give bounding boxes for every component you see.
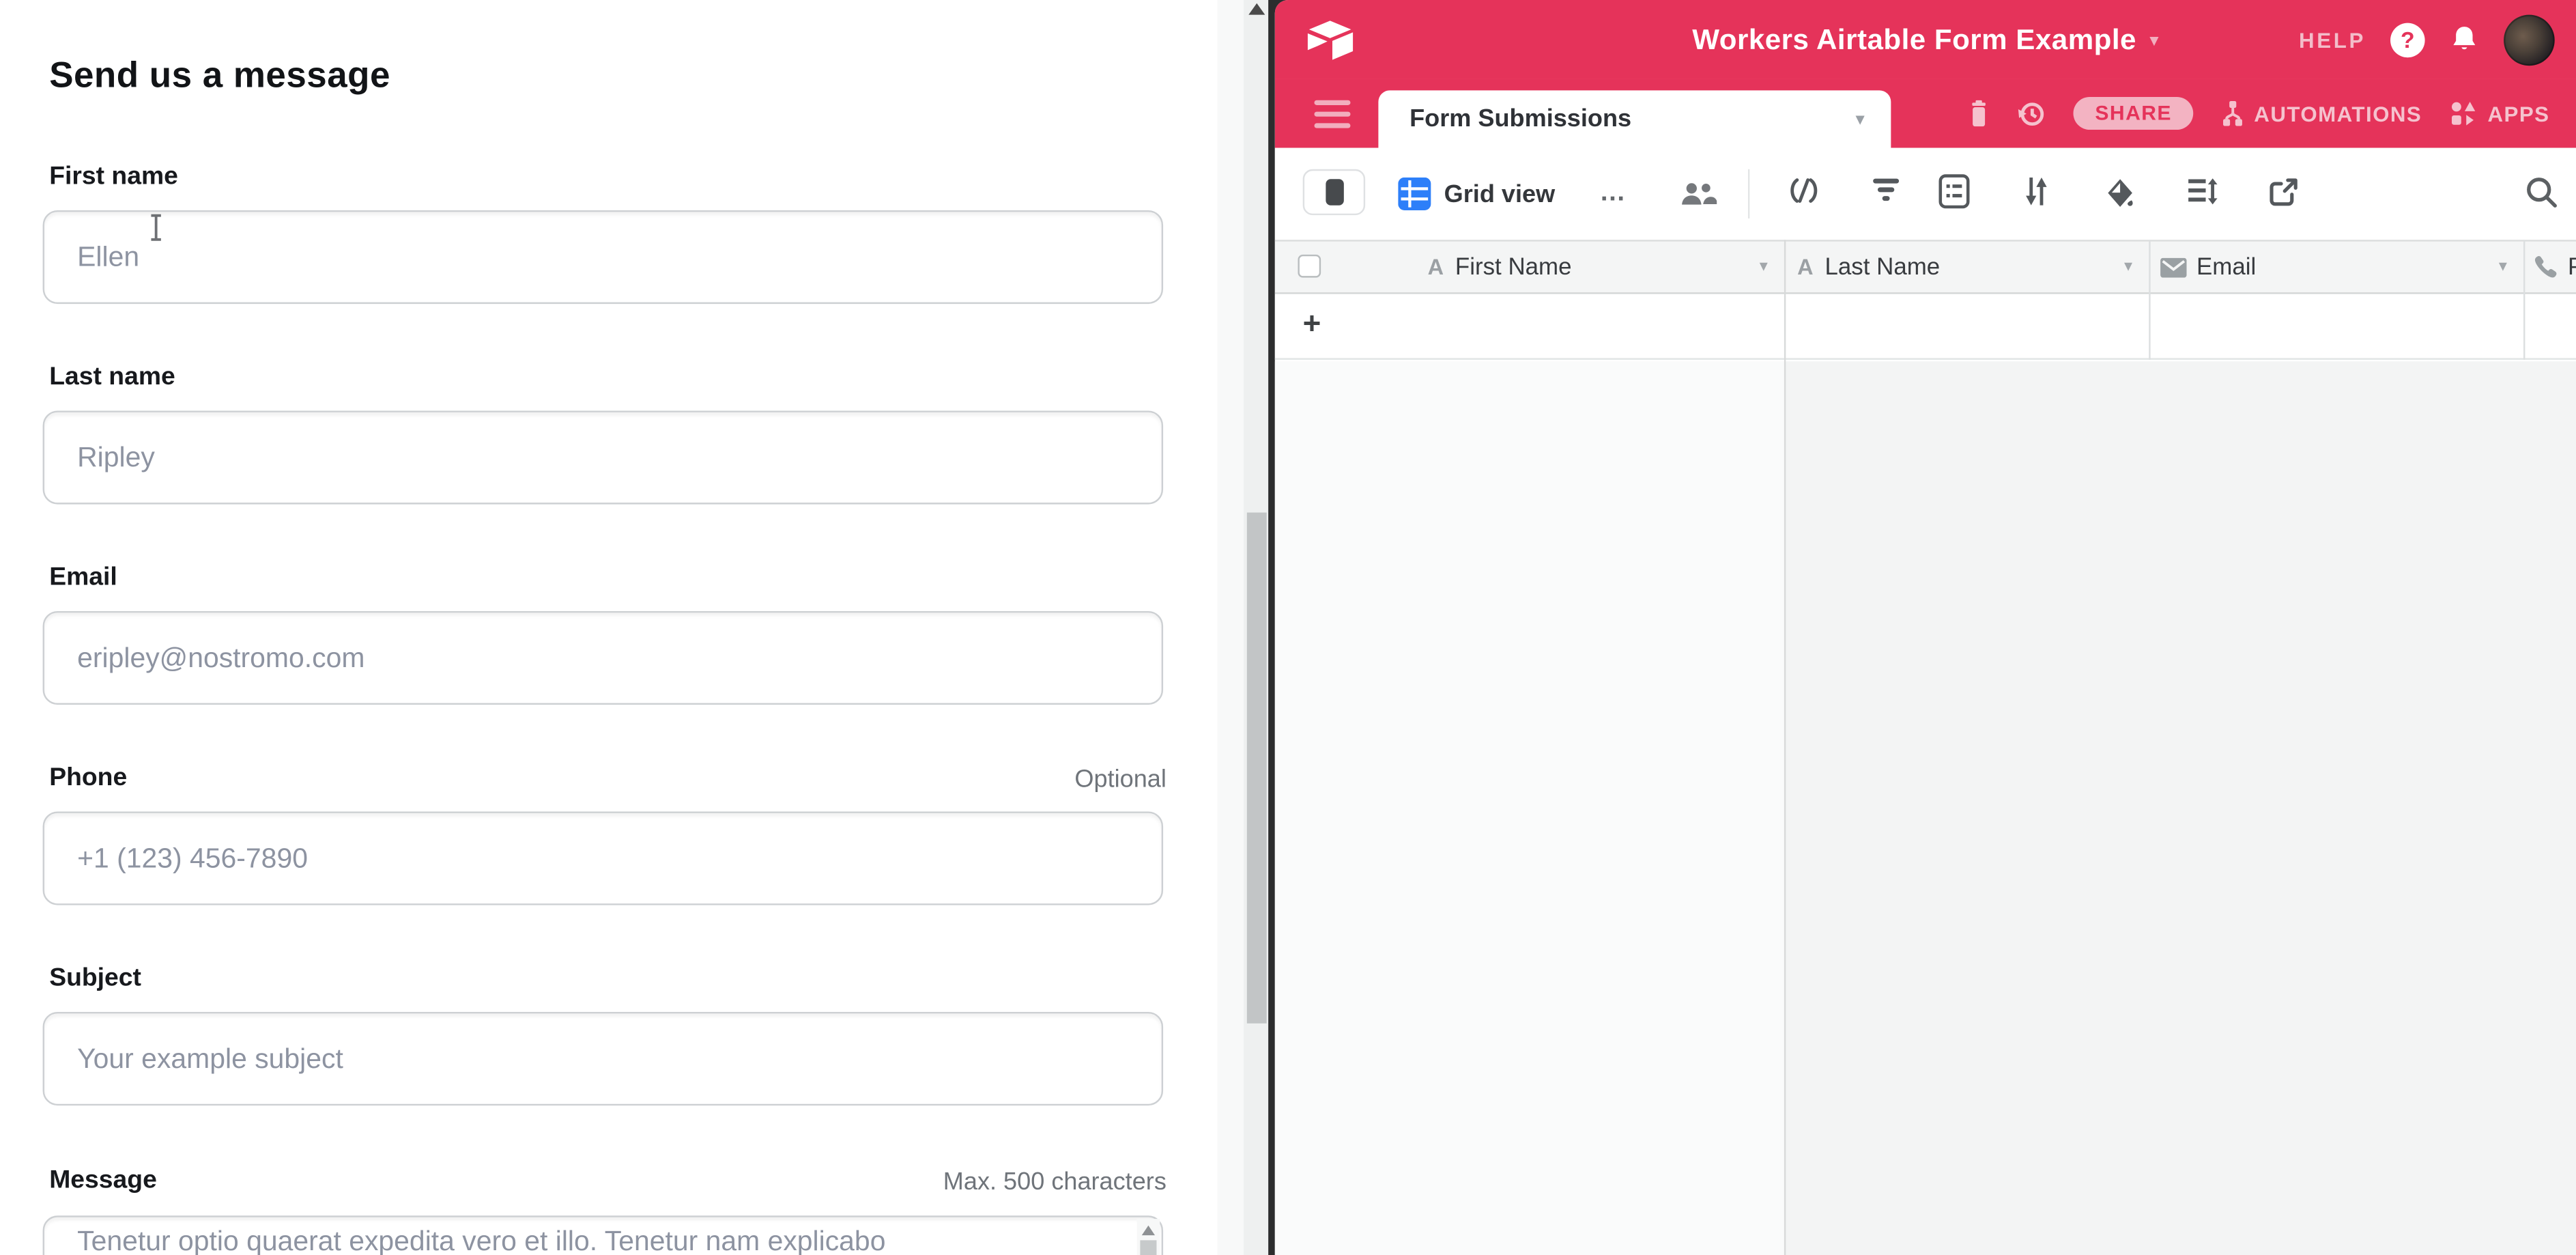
page-margin <box>1218 0 1244 1255</box>
table-tabbar: Form Submissions ▾ SHARE AUTOMATIONS APP… <box>1275 79 2576 147</box>
automations-label: AUTOMATIONS <box>2254 101 2422 126</box>
phone-field-icon <box>2533 255 2558 279</box>
column-gridline <box>2149 240 2150 360</box>
message-label: Message <box>49 1166 157 1196</box>
grid-view-icon[interactable] <box>1398 178 1431 210</box>
subject-label: Subject <box>49 964 141 993</box>
first-name-input[interactable] <box>43 210 1164 304</box>
textarea-scrollbar-thumb[interactable] <box>1140 1240 1156 1255</box>
form-heading: Send us a message <box>49 54 390 97</box>
airtable-topbar: Workers Airtable Form Example ▾ HELP ? <box>1275 0 2576 79</box>
sort-icon[interactable] <box>2022 175 2050 215</box>
select-all-checkbox[interactable] <box>1298 255 1321 278</box>
history-icon[interactable] <box>2018 100 2046 128</box>
collaborators-icon[interactable] <box>1678 180 1716 208</box>
apps-label: APPS <box>2487 101 2549 126</box>
view-switcher: Grid view … <box>1398 148 1716 240</box>
apps-button[interactable]: APPS <box>2450 100 2549 128</box>
share-button[interactable]: SHARE <box>2074 97 2193 130</box>
column-gridline <box>1784 240 1786 1255</box>
bell-icon[interactable] <box>2450 25 2479 54</box>
caret-down-icon[interactable]: ▾ <box>1760 258 1768 276</box>
filter-icon[interactable] <box>1871 178 1900 210</box>
browser-scrollbar-thumb[interactable] <box>1247 513 1267 1024</box>
scroll-up-arrow-icon[interactable] <box>1142 1226 1155 1235</box>
row-select-cell <box>1275 242 1423 293</box>
first-name-label: First name <box>49 163 178 192</box>
email-label: Email <box>49 563 117 593</box>
column-header-phone[interactable]: P <box>2523 242 2576 293</box>
grid-header-row: A First Name ▾ A Last Name ▾ Email ▾ <box>1275 240 2576 294</box>
add-record-row[interactable]: + <box>1275 294 2576 360</box>
color-icon[interactable] <box>2104 178 2136 217</box>
hide-fields-icon[interactable] <box>1788 178 1820 212</box>
more-icon[interactable]: … <box>1599 179 1627 208</box>
caret-down-icon[interactable]: ▾ <box>2149 29 2158 50</box>
column-header-first-name[interactable]: A First Name ▾ <box>1422 242 1784 293</box>
grid-empty-area-left <box>1275 361 1784 1255</box>
search-icon[interactable] <box>2525 175 2558 216</box>
subject-input[interactable] <box>43 1012 1164 1105</box>
last-name-input[interactable] <box>43 410 1164 504</box>
grid-empty-area-right <box>1784 361 2576 1255</box>
last-name-label: Last name <box>49 363 175 393</box>
text-field-icon: A <box>1797 255 1813 279</box>
email-input[interactable] <box>43 611 1164 705</box>
email-field-icon <box>2160 257 2187 277</box>
screen: Send us a message First name Last name E… <box>0 0 2576 1255</box>
share-view-icon[interactable] <box>2269 178 2298 215</box>
message-maxchars-hint: Max. 500 characters <box>943 1168 1167 1196</box>
table-tab-label: Form Submissions <box>1409 105 1631 133</box>
scrollbar-up-arrow-icon[interactable] <box>1248 3 1265 15</box>
trash-icon[interactable] <box>1969 100 1990 126</box>
view-toolbar: Grid view … <box>1275 148 2576 240</box>
sidebar-toggle-icon <box>1326 179 1343 205</box>
help-button[interactable]: HELP <box>2299 27 2366 52</box>
phone-input[interactable] <box>43 811 1164 905</box>
contact-form-panel: Send us a message First name Last name E… <box>0 0 1218 1255</box>
column-header-email[interactable]: Email ▾ <box>2149 242 2523 293</box>
caret-down-icon[interactable]: ▾ <box>1856 109 1865 130</box>
plus-icon[interactable]: + <box>1303 307 1321 343</box>
automations-icon <box>2221 100 2244 128</box>
toolbar-divider <box>1748 169 1749 218</box>
group-icon[interactable] <box>1938 174 1970 217</box>
topbar-actions: HELP ? <box>2299 0 2555 79</box>
tabbar-actions: SHARE AUTOMATIONS APPS <box>1969 79 2549 147</box>
caret-down-icon[interactable]: ▾ <box>2499 258 2507 276</box>
view-name[interactable]: Grid view <box>1444 180 1556 208</box>
text-cursor-icon <box>148 214 164 250</box>
phone-optional-hint: Optional <box>1074 765 1166 793</box>
avatar[interactable] <box>2504 14 2555 65</box>
menu-icon[interactable] <box>1315 100 1351 128</box>
sidebar-toggle-button[interactable] <box>1303 169 1365 215</box>
text-field-icon: A <box>1428 255 1444 279</box>
question-icon[interactable]: ? <box>2390 22 2425 57</box>
apps-icon <box>2450 100 2478 128</box>
message-textarea[interactable] <box>43 1215 1164 1255</box>
caret-down-icon[interactable]: ▾ <box>2124 258 2132 276</box>
column-gridline <box>2523 240 2525 360</box>
base-title[interactable]: Workers Airtable Form Example <box>1692 22 2136 57</box>
textarea-scrollbar[interactable] <box>1137 1219 1160 1255</box>
automations-button[interactable]: AUTOMATIONS <box>2221 100 2422 128</box>
phone-label: Phone <box>49 764 127 793</box>
tab-form-submissions[interactable]: Form Submissions ▾ <box>1378 90 1891 147</box>
row-height-icon[interactable] <box>2187 178 2218 214</box>
airtable-window: Workers Airtable Form Example ▾ HELP ? F… <box>1275 0 2576 1255</box>
column-header-last-name[interactable]: A Last Name ▾ <box>1784 242 2149 293</box>
